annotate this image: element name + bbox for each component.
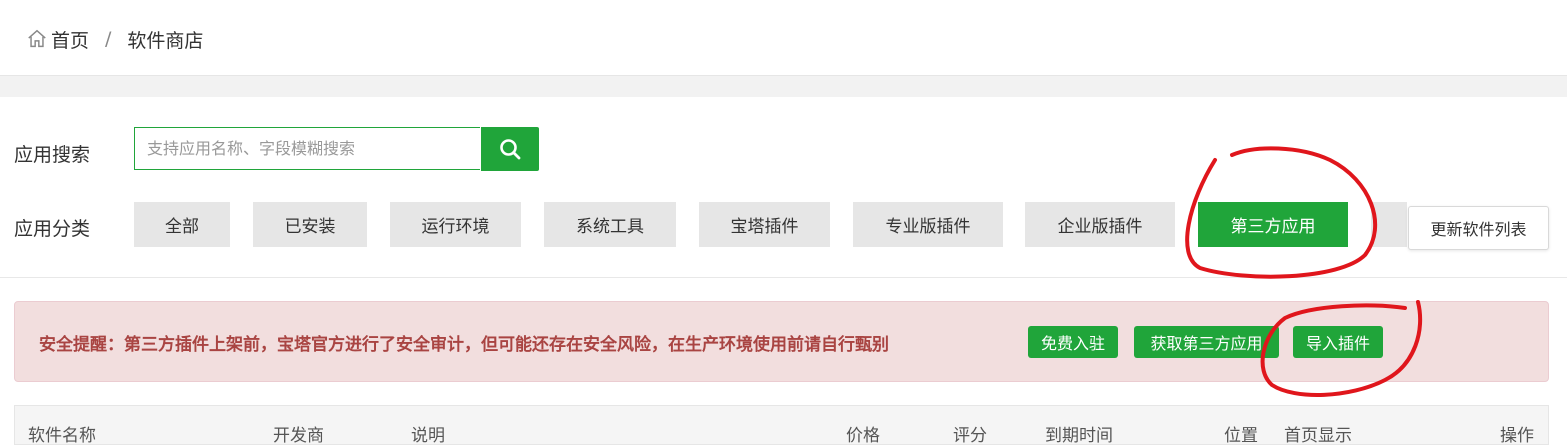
alert-text: 安全提醒：第三方插件上架前，宝塔官方进行了安全审计，但可能还存在安全风险，在生产…	[39, 335, 889, 355]
search-label: 应用搜索	[14, 144, 91, 166]
column-actions[interactable]: 操作	[1500, 421, 1534, 446]
search-input[interactable]	[134, 127, 480, 170]
import-plugin-button[interactable]: 导入插件	[1293, 326, 1383, 358]
software-table-header: 软件名称 开发商 说明 价格 评分 到期时间 位置 首页显示 操作	[14, 405, 1549, 446]
security-alert: 安全提醒：第三方插件上架前，宝塔官方进行了安全审计，但可能还存在安全风险，在生产…	[14, 301, 1549, 382]
home-icon[interactable]	[26, 28, 48, 50]
category-all[interactable]: 全部	[134, 202, 230, 247]
column-position[interactable]: 位置	[1224, 421, 1258, 446]
column-rating[interactable]: 评分	[953, 421, 987, 446]
free-join-button[interactable]: 免费入驻	[1028, 326, 1118, 358]
search-icon	[500, 139, 521, 160]
category-bt-plugins[interactable]: 宝塔插件	[699, 202, 830, 247]
refresh-software-list-button[interactable]: 更新软件列表	[1408, 206, 1549, 250]
category-label: 应用分类	[14, 218, 91, 240]
section-gap	[0, 76, 1567, 97]
column-description[interactable]: 说明	[411, 421, 445, 446]
column-home-display[interactable]: 首页显示	[1284, 421, 1352, 446]
category-runtime[interactable]: 运行环境	[390, 202, 521, 247]
column-expiry[interactable]: 到期时间	[1045, 421, 1113, 446]
breadcrumb-home[interactable]: 首页	[51, 26, 89, 53]
get-third-party-apps-button[interactable]: 获取第三方应用	[1134, 326, 1279, 358]
category-installed[interactable]: 已安装	[253, 202, 367, 247]
breadcrumb: 首页 / 软件商店	[26, 26, 203, 52]
category-system-tools[interactable]: 系统工具	[544, 202, 676, 247]
column-developer[interactable]: 开发商	[273, 421, 324, 446]
search-button[interactable]	[481, 127, 539, 171]
category-enterprise-plugins[interactable]: 企业版插件	[1025, 202, 1175, 247]
category-third-party[interactable]: 第三方应用	[1198, 202, 1348, 247]
column-software-name[interactable]: 软件名称	[28, 421, 96, 446]
top-bar: 首页 / 软件商店	[0, 0, 1567, 76]
breadcrumb-separator: /	[105, 28, 112, 50]
category-pro-plugins[interactable]: 专业版插件	[853, 202, 1003, 247]
breadcrumb-current: 软件商店	[127, 29, 204, 52]
category-overflow[interactable]	[1371, 202, 1407, 247]
column-price[interactable]: 价格	[846, 421, 880, 446]
section-divider	[0, 277, 1567, 278]
